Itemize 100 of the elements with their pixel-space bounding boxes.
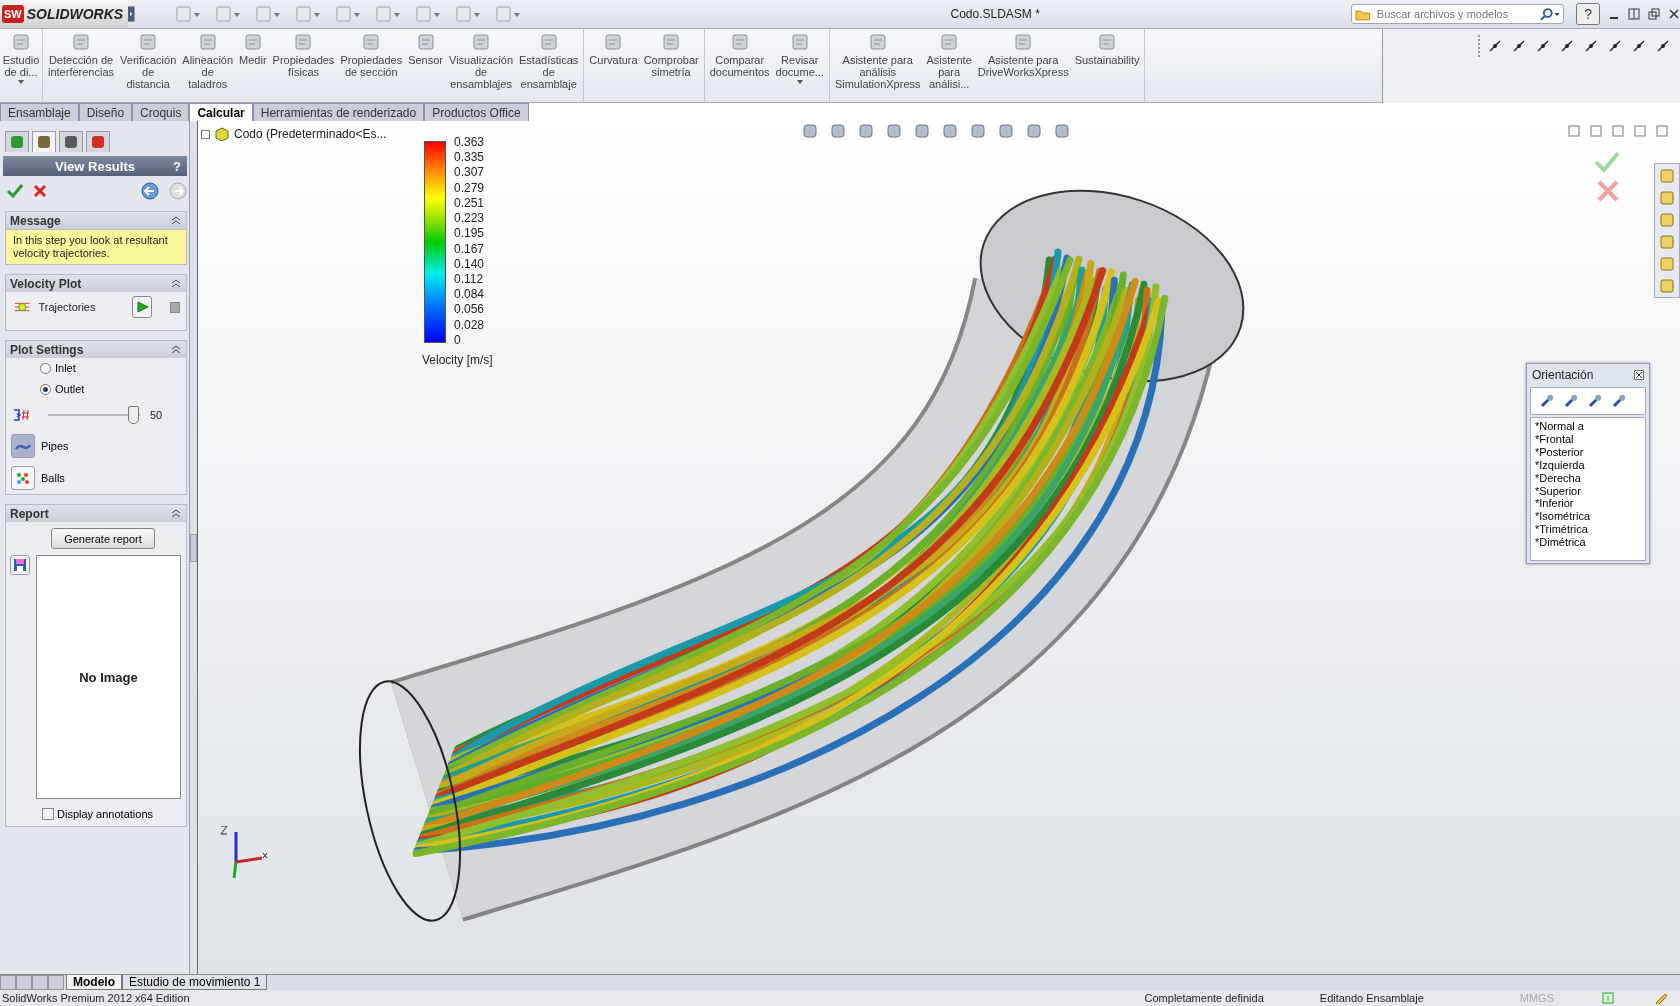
document-icon: [361, 32, 382, 52]
collapse-icon[interactable]: [170, 344, 182, 355]
ok-check-icon[interactable]: [7, 184, 23, 198]
ribbon-button[interactable]: Sustainability: [1071, 29, 1143, 102]
view-list-item[interactable]: *Normal a: [1535, 420, 1641, 433]
scale-tick-label: 0.335: [454, 150, 485, 165]
section-header[interactable]: Velocity Plot: [6, 275, 186, 292]
view-list-item[interactable]: *Superior: [1535, 484, 1641, 498]
ribbon-button[interactable]: Estudio de di...: [2, 29, 40, 102]
generate-report-button[interactable]: Generate report: [51, 528, 155, 549]
collapse-icon[interactable]: [170, 215, 182, 226]
toggle-button[interactable]: Balls: [6, 462, 70, 494]
radio-button[interactable]: Outlet: [6, 379, 85, 400]
collapse-icon[interactable]: [170, 508, 182, 519]
ribbon-button[interactable]: Comprobar simetría: [640, 29, 702, 102]
tab-icon: [63, 134, 79, 150]
view-list-item[interactable]: *Isométrica: [1535, 510, 1641, 524]
help-button[interactable]: ?: [173, 158, 181, 174]
scale-tick-label: 0.140: [454, 256, 485, 271]
pencil-icon[interactable]: [1654, 992, 1668, 1004]
manager-tab[interactable]: [86, 131, 110, 152]
document-icon: [867, 32, 888, 52]
section-header[interactable]: Plot Settings: [6, 341, 186, 358]
toggle-button[interactable]: Pipes: [6, 430, 74, 462]
ribbon-button[interactable]: Comparar documentos: [706, 29, 773, 102]
view-list-item[interactable]: *Derecha: [1535, 471, 1641, 485]
view-list-item[interactable]: *Frontal: [1535, 432, 1641, 446]
slider-thumb[interactable]: [127, 406, 139, 424]
ribbon-button[interactable]: Asistente para DriveWorksXpress: [974, 29, 1072, 102]
model-tab[interactable]: Modelo: [66, 975, 122, 990]
scale-tick-label: 0.084: [454, 287, 485, 302]
command-tab[interactable]: Productos Office: [424, 103, 529, 121]
ribbon-button[interactable]: Medir: [236, 29, 270, 102]
search-icon[interactable]: [1538, 7, 1561, 21]
manager-tab[interactable]: [59, 131, 83, 152]
document-icon: [789, 32, 810, 52]
logo: SW SOLIDWORKS: [0, 0, 128, 28]
document-icon: [1097, 32, 1118, 52]
document-icon: [293, 32, 314, 52]
radio-circle[interactable]: [40, 362, 51, 374]
command-tab[interactable]: Ensamblaje: [0, 103, 79, 121]
status-text: Completamente definida: [1143, 992, 1265, 1004]
scale-title: Velocity [m/s]: [422, 353, 493, 367]
ribbon-button[interactable]: Alineación de taladros: [179, 29, 237, 102]
ribbon-button[interactable]: Propiedades de sección: [337, 29, 406, 102]
manager-tab[interactable]: [32, 131, 56, 152]
document-icon: [415, 32, 436, 52]
radio-circle[interactable]: [40, 383, 51, 395]
document-icon: [471, 32, 491, 52]
scale-tick-label: 0.112: [454, 271, 485, 286]
play-button[interactable]: [131, 296, 152, 318]
document-title: Codo.SLDASM *: [950, 7, 1041, 21]
cancel-x-icon[interactable]: [33, 184, 47, 198]
scale-tick-label: 0.195: [454, 226, 485, 241]
caret-icon: [17, 78, 25, 86]
document-icon: [603, 32, 624, 52]
checkbox[interactable]: Display annotations: [6, 799, 153, 826]
ribbon-button[interactable]: Revisar docume...: [772, 29, 827, 102]
view-list-item[interactable]: *Dimétrica: [1535, 536, 1641, 550]
status-text: MMGS: [1518, 992, 1555, 1004]
save-button[interactable]: [10, 555, 30, 575]
view-list-item[interactable]: *Posterior: [1535, 445, 1641, 459]
ribbon-button[interactable]: Asistente para análisi...: [923, 29, 975, 102]
section-title: Plot Settings: [10, 342, 84, 357]
view-list-item[interactable]: *Trimétrica: [1535, 523, 1641, 537]
view-list-item[interactable]: *Inferior: [1535, 497, 1641, 511]
tree-item[interactable]: Codo (Predeterminado<Es...: [234, 127, 387, 141]
panel-title: View Results: [55, 158, 135, 174]
section-header[interactable]: Message: [6, 212, 186, 229]
ok-check-icon[interactable]: [1594, 151, 1620, 173]
section-title: Report: [10, 506, 49, 521]
command-tab[interactable]: Herramientas de renderizado: [252, 103, 425, 121]
ribbon-button[interactable]: Estadísticas de ensamblaje: [516, 29, 582, 102]
view-list-item[interactable]: *Izquierda: [1535, 458, 1641, 472]
search-box[interactable]: Buscar archivos y modelos: [1351, 4, 1565, 24]
help-button[interactable]: ?: [1576, 3, 1600, 25]
ribbon-button[interactable]: Visualización de ensamblajes: [446, 29, 517, 102]
assembly-icon: [214, 127, 230, 141]
collapse-icon[interactable]: [170, 278, 182, 289]
status-text: Editando Ensamblaje: [1318, 992, 1425, 1004]
command-tab[interactable]: Calcular: [189, 103, 253, 121]
dialog-title: Orientación: [1532, 368, 1594, 382]
stop-button[interactable]: [169, 301, 180, 313]
section-title: Velocity Plot: [10, 276, 82, 291]
ribbon-button[interactable]: Sensor: [405, 29, 446, 102]
ribbon-button[interactable]: Verificación de distancia: [117, 29, 180, 102]
section-header[interactable]: Report: [6, 505, 186, 522]
ribbon-button[interactable]: Curvatura: [586, 29, 641, 102]
ribbon-button[interactable]: Detección de interferencias: [45, 29, 118, 102]
ribbon-button[interactable]: Propiedades físicas: [269, 29, 338, 102]
tab-icon: [90, 134, 106, 150]
document-icon: [1013, 32, 1034, 52]
ribbon-button[interactable]: Asistente para análisis SimulationXpress: [831, 29, 924, 102]
expand-toggle[interactable]: [201, 129, 210, 139]
command-tab[interactable]: Croquis: [132, 103, 190, 121]
manager-tab[interactable]: [5, 131, 29, 152]
model-tab[interactable]: Estudio de movimiento 1: [122, 975, 268, 990]
command-tab[interactable]: Diseño: [78, 103, 133, 121]
scale-tick-label: 0.056: [454, 302, 485, 317]
radio-button[interactable]: Inlet: [6, 358, 76, 379]
